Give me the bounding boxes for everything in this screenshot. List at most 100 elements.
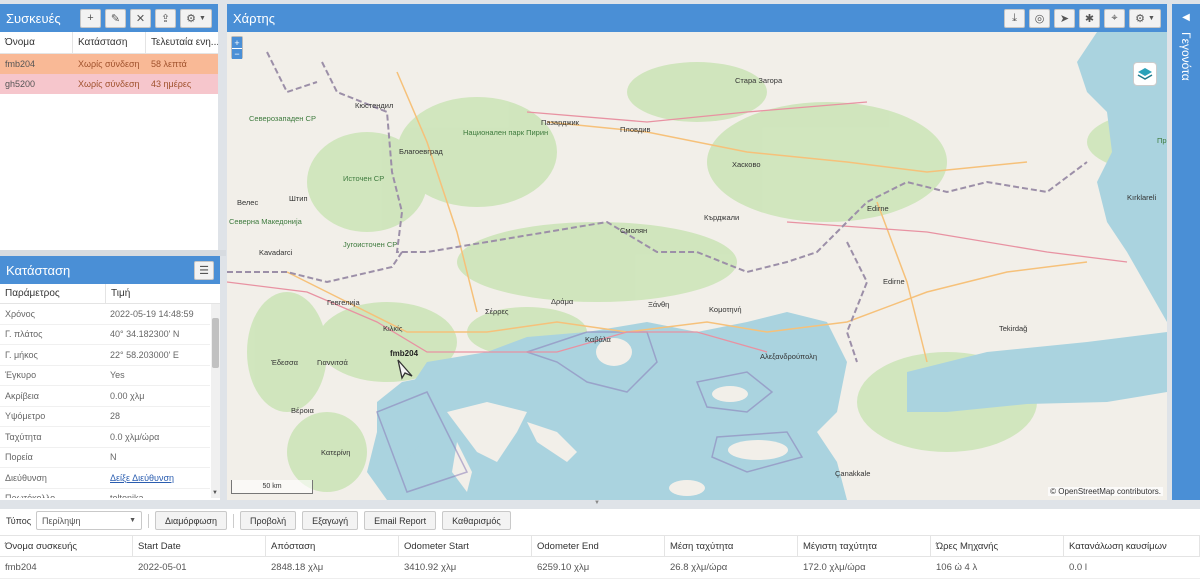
report-column-header[interactable]: Μέση ταχύτητα	[665, 536, 798, 556]
email-report-button[interactable]: Email Report	[364, 511, 437, 530]
status-param: Έγκυρο	[5, 370, 37, 381]
place-label: Κιλκίς	[383, 324, 403, 333]
status-value: 0.00 χλμ	[110, 390, 145, 401]
zoom-in-button[interactable]: +	[232, 37, 242, 48]
export-button[interactable]: Εξαγωγή	[302, 511, 359, 530]
place-label: Источен СР	[343, 174, 385, 183]
report-type-value: Περίληψη	[42, 515, 81, 526]
status-param: Γ. πλάτος	[5, 329, 43, 340]
report-column-header[interactable]: Μέγιστη ταχύτητα	[798, 536, 931, 556]
status-value: teltonika	[106, 493, 144, 498]
report-type-label: Τύπος	[6, 515, 32, 526]
reports-panel: Τύπος Περίληψη ▼ Διαμόρφωση Προβολή Εξαγ…	[0, 509, 1200, 583]
report-column-header[interactable]: Ώρες Μηχανής	[931, 536, 1064, 556]
device-last: 58 λεπτά	[151, 59, 187, 69]
device-marker[interactable]: fmb204	[390, 349, 418, 383]
devices-panel: Συσκευές + ✎ ✕ ⇪ ⚙ ▼ Όνομα Κατάσταση Τελε…	[0, 4, 218, 250]
report-column-header[interactable]: Start Date	[133, 536, 266, 556]
place-label: Δράμα	[551, 297, 574, 306]
status-title: Κατάσταση	[6, 262, 71, 278]
place-label: Смолян	[620, 226, 648, 235]
map-settings-button[interactable]: ⚙ ▼	[1129, 8, 1161, 28]
report-column-header[interactable]: Odometer Start	[399, 536, 532, 556]
geofence-icon[interactable]: ◎	[1029, 8, 1050, 28]
status-param: Χρόνος	[5, 308, 35, 319]
column-status[interactable]: Κατάσταση	[73, 32, 146, 53]
place-label: Κατερίνη	[321, 448, 351, 457]
place-label: Природен парк Странджа	[1157, 136, 1167, 145]
layers-icon	[1137, 68, 1153, 80]
upload-icon[interactable]: ⇪	[155, 8, 176, 28]
settings-dropdown-button[interactable]: ⚙ ▼	[180, 8, 212, 28]
place-label: Kavadarci	[259, 248, 293, 257]
zoom-out-button[interactable]: −	[232, 48, 242, 59]
status-row: Πρωτόκολλοteltonika	[0, 489, 210, 498]
navigate-icon[interactable]: ➤	[1054, 8, 1075, 28]
place-label: Kırklareli	[1127, 193, 1157, 202]
place-label: Северна Македонија	[229, 217, 302, 226]
report-column-header[interactable]: Odometer End	[532, 536, 665, 556]
device-status: Χωρίς σύνδεση	[78, 79, 140, 89]
list-icon[interactable]: ☰	[194, 260, 214, 280]
column-value: Τιμή	[111, 288, 131, 299]
report-column-header[interactable]: Κατανάλωση καυσίμων	[1064, 536, 1200, 556]
report-cell: fmb204	[5, 562, 37, 573]
scrollbar-thumb[interactable]	[212, 318, 219, 368]
crosshair-icon[interactable]: ⌖	[1104, 8, 1125, 28]
report-rows: fmb204 2022-05-01 2848.18 χλμ 3410.92 χλμ 62…	[0, 557, 1200, 579]
status-value: 40° 34.182300' N	[110, 329, 180, 340]
map-header: Χάρτης ⤓ ◎ ➤ ✱ ⌖ ⚙ ▼	[227, 4, 1167, 32]
paw-icon[interactable]: ✱	[1079, 8, 1100, 28]
clear-button[interactable]: Καθαρισμός	[442, 511, 511, 530]
chevron-down-icon: ▼	[129, 517, 136, 524]
device-name: fmb204	[5, 59, 36, 69]
place-label: Καβάλα	[585, 335, 611, 344]
device-row[interactable]: fmb204 Χωρίς σύνδεση 58 λεπτά	[0, 54, 218, 74]
configure-button[interactable]: Διαμόρφωση	[155, 511, 227, 530]
view-button[interactable]: Προβολή	[239, 511, 297, 530]
marker-label: fmb204	[390, 349, 419, 358]
events-title: Γεγονότα	[1179, 32, 1193, 81]
map-panel: Χάρτης ⤓ ◎ ➤ ✱ ⌖ ⚙ ▼ Кюстендил Стара Заг…	[227, 4, 1167, 500]
report-type-select[interactable]: Περίληψη ▼	[36, 511, 142, 530]
map-view[interactable]: БургасКюстендилСтара ЗагораПазарджикПлов…	[227, 32, 1167, 500]
scroll-down-icon[interactable]: ▼	[212, 490, 218, 496]
status-row: Γ. πλάτος 40° 34.182300' N	[0, 325, 210, 345]
report-column-header[interactable]: Απόσταση	[266, 536, 399, 556]
layers-button[interactable]	[1133, 62, 1157, 86]
status-param: Ακρίβεια	[5, 390, 40, 401]
reports-toolbar: Τύπος Περίληψη ▼ Διαμόρφωση Προβολή Εξαγ…	[0, 509, 1200, 532]
status-row: Χρόνος 2022-05-19 14:48:59	[0, 304, 210, 325]
status-row: Έγκυρο Yes	[0, 366, 210, 386]
collapse-icon[interactable]: ◀	[1172, 12, 1200, 23]
place-label: Пазарджик	[541, 118, 579, 127]
place-labels: БургасКюстендилСтара ЗагораПазарджикПлов…	[227, 32, 1167, 500]
edit-device-button[interactable]: ✎	[105, 8, 126, 28]
place-label: Edirne	[867, 204, 889, 213]
table-row[interactable]: fmb204 2022-05-01 2848.18 χλμ 3410.92 χλμ 62…	[0, 557, 1200, 579]
show-address-link[interactable]: Δείξε Διεύθυνση	[106, 473, 174, 483]
status-panel: Κατάσταση ☰ Παράμετρος Τιμή Χρόνος 2022-0…	[0, 256, 220, 500]
column-name[interactable]: Όνομα	[0, 32, 73, 53]
column-last-update[interactable]: Τελευταία ενη...	[146, 32, 218, 53]
download-icon[interactable]: ⤓	[1004, 8, 1025, 28]
add-device-button[interactable]: +	[80, 8, 101, 28]
report-cell: 2848.18 χλμ	[271, 562, 324, 573]
status-scrollbar[interactable]: ▼	[211, 304, 220, 498]
device-row[interactable]: gh5200 Χωρίς σύνδεση 43 ημέρες	[0, 74, 218, 94]
place-label: Велес	[237, 198, 259, 207]
report-column-header[interactable]: Όνομα συσκευής	[0, 536, 133, 556]
status-param: Πρωτόκολλο	[0, 493, 106, 498]
events-panel[interactable]: ◀ Γεγονότα	[1172, 4, 1200, 500]
splitter-arrow-icon[interactable]: ▼	[594, 500, 600, 506]
place-label: Гевгелија	[327, 298, 360, 307]
place-label: Кюстендил	[355, 101, 394, 110]
place-label: Κομοτηνή	[709, 305, 742, 314]
bottom-splitter[interactable]: ▼	[0, 500, 1200, 509]
delete-device-button[interactable]: ✕	[130, 8, 151, 28]
place-label: Edirne	[883, 277, 905, 286]
status-row: Πορεία N	[0, 448, 210, 468]
status-header: Κατάσταση ☰	[0, 256, 220, 284]
place-label: Γιαννιτσά	[317, 358, 348, 367]
status-table: Χρόνος 2022-05-19 14:48:59 Γ. πλάτος 40° 34…	[0, 304, 220, 498]
